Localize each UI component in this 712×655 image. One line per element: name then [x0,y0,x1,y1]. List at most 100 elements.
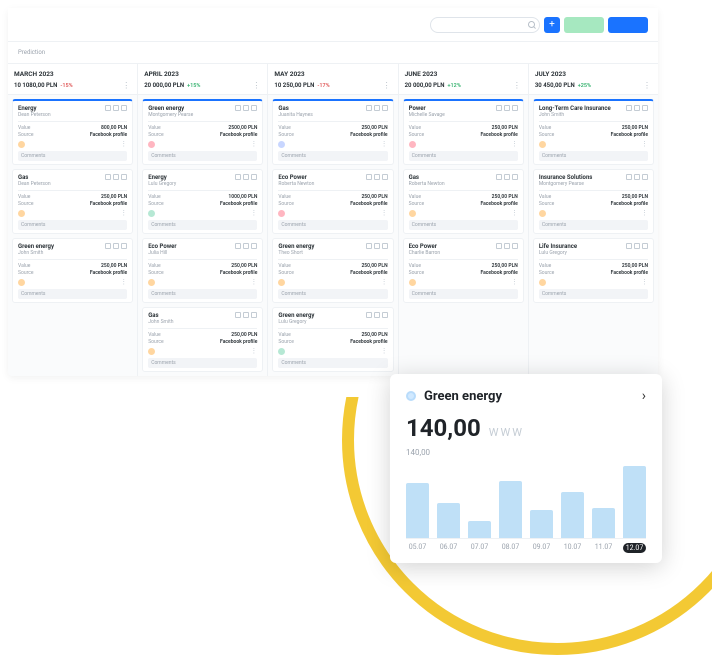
deal-card[interactable]: Long-Term Care Insurance John Smith Valu… [533,99,654,165]
chart-x-label[interactable]: 11.07 [592,543,615,553]
deal-card[interactable]: Gas Roberta Newton Value250,00 PLN Sourc… [403,169,524,234]
calendar-icon[interactable] [634,105,640,111]
card-more-icon[interactable]: ⋮ [381,347,388,355]
calendar-icon[interactable] [504,174,510,180]
deal-card[interactable]: Eco Power Julia Hill Value250,00 PLN Sou… [142,238,263,303]
chevron-right-icon[interactable]: › [642,388,646,404]
deal-card[interactable]: Gas Dean Peterson Value250,00 PLN Source… [12,169,133,234]
card-more-icon[interactable]: ⋮ [381,140,388,148]
card-more-icon[interactable]: ⋮ [120,140,127,148]
comments-bar[interactable]: Comments [18,289,127,299]
deal-card[interactable]: Energy Dean Peterson Value800,00 PLN Sou… [12,99,133,165]
copy-icon[interactable] [235,105,241,111]
comments-bar[interactable]: Comments [148,289,257,299]
add-button[interactable]: + [544,17,560,33]
calendar-icon[interactable] [113,243,119,249]
copy-icon[interactable] [496,243,502,249]
comments-bar[interactable]: Comments [278,220,387,230]
deal-card[interactable]: Insurance Solutions Montgomery Pearse Va… [533,169,654,234]
deal-card[interactable]: Eco Power Charlie Barron Value250,00 PLN… [403,238,524,303]
edit-icon[interactable] [512,105,518,111]
comments-bar[interactable]: Comments [278,358,387,368]
comments-bar[interactable]: Comments [409,289,518,299]
edit-icon[interactable] [121,243,127,249]
chart-bar[interactable] [530,510,553,538]
edit-icon[interactable] [121,105,127,111]
calendar-icon[interactable] [374,105,380,111]
edit-icon[interactable] [382,174,388,180]
calendar-icon[interactable] [374,243,380,249]
card-more-icon[interactable]: ⋮ [511,278,518,286]
comments-bar[interactable]: Comments [148,220,257,230]
card-more-icon[interactable]: ⋮ [250,209,257,217]
chart-x-label[interactable]: 10.07 [561,543,584,553]
chart-bar[interactable] [592,508,615,538]
deal-card[interactable]: Energy Lulu Gregory Value1000,00 PLN Sou… [142,169,263,234]
deal-card[interactable]: Green energy Lulu Gregory Value250,00 PL… [272,307,393,372]
chart-x-label[interactable]: 09.07 [530,543,553,553]
calendar-icon[interactable] [243,312,249,318]
comments-bar[interactable]: Comments [18,220,127,230]
copy-icon[interactable] [235,174,241,180]
calendar-icon[interactable] [113,105,119,111]
calendar-icon[interactable] [504,243,510,249]
deal-card[interactable]: Eco Power Roberta Newton Value250,00 PLN… [272,169,393,234]
calendar-icon[interactable] [374,174,380,180]
comments-bar[interactable]: Comments [148,151,257,161]
copy-icon[interactable] [626,243,632,249]
copy-icon[interactable] [496,105,502,111]
edit-icon[interactable] [642,174,648,180]
chart-x-label[interactable]: 08.07 [499,543,522,553]
deal-card[interactable]: Green energy Theo Short Value250,00 PLN … [272,238,393,303]
copy-icon[interactable] [626,105,632,111]
chart-x-label[interactable]: 06.07 [437,543,460,553]
copy-icon[interactable] [366,174,372,180]
chart-x-label[interactable]: 05.07 [406,543,429,553]
edit-icon[interactable] [512,243,518,249]
card-more-icon[interactable]: ⋮ [381,209,388,217]
copy-icon[interactable] [105,174,111,180]
copy-icon[interactable] [105,243,111,249]
more-icon[interactable]: ⋮ [513,81,522,90]
edit-icon[interactable] [512,174,518,180]
copy-icon[interactable] [366,243,372,249]
edit-icon[interactable] [382,105,388,111]
edit-icon[interactable] [642,105,648,111]
tab-prediction[interactable]: Prediction [18,49,45,56]
edit-icon[interactable] [382,312,388,318]
copy-icon[interactable] [235,312,241,318]
card-more-icon[interactable]: ⋮ [641,140,648,148]
card-more-icon[interactable]: ⋮ [381,278,388,286]
deal-card[interactable]: Green energy John Smith Value250,00 PLN … [12,238,133,303]
more-icon[interactable]: ⋮ [383,81,392,90]
chart-bar[interactable] [499,481,522,538]
comments-bar[interactable]: Comments [539,220,648,230]
card-more-icon[interactable]: ⋮ [641,278,648,286]
card-more-icon[interactable]: ⋮ [120,278,127,286]
comments-bar[interactable]: Comments [409,151,518,161]
comments-bar[interactable]: Comments [539,151,648,161]
more-icon[interactable]: ⋮ [122,81,131,90]
chart-bar[interactable] [437,503,460,538]
card-more-icon[interactable]: ⋮ [511,209,518,217]
card-more-icon[interactable]: ⋮ [641,209,648,217]
calendar-icon[interactable] [243,174,249,180]
calendar-icon[interactable] [634,243,640,249]
edit-icon[interactable] [251,243,257,249]
comments-bar[interactable]: Comments [278,151,387,161]
copy-icon[interactable] [105,105,111,111]
calendar-icon[interactable] [634,174,640,180]
copy-icon[interactable] [496,174,502,180]
chart-bar[interactable] [623,466,646,538]
card-more-icon[interactable]: ⋮ [511,140,518,148]
chart-bar[interactable] [406,483,429,539]
card-more-icon[interactable]: ⋮ [250,347,257,355]
deal-card[interactable]: Gas John Smith Value250,00 PLN SourceFac… [142,307,263,372]
comments-bar[interactable]: Comments [409,220,518,230]
card-more-icon[interactable]: ⋮ [250,140,257,148]
comments-bar[interactable]: Comments [278,289,387,299]
chart-bar[interactable] [561,492,584,538]
copy-icon[interactable] [366,312,372,318]
calendar-icon[interactable] [374,312,380,318]
calendar-icon[interactable] [243,105,249,111]
